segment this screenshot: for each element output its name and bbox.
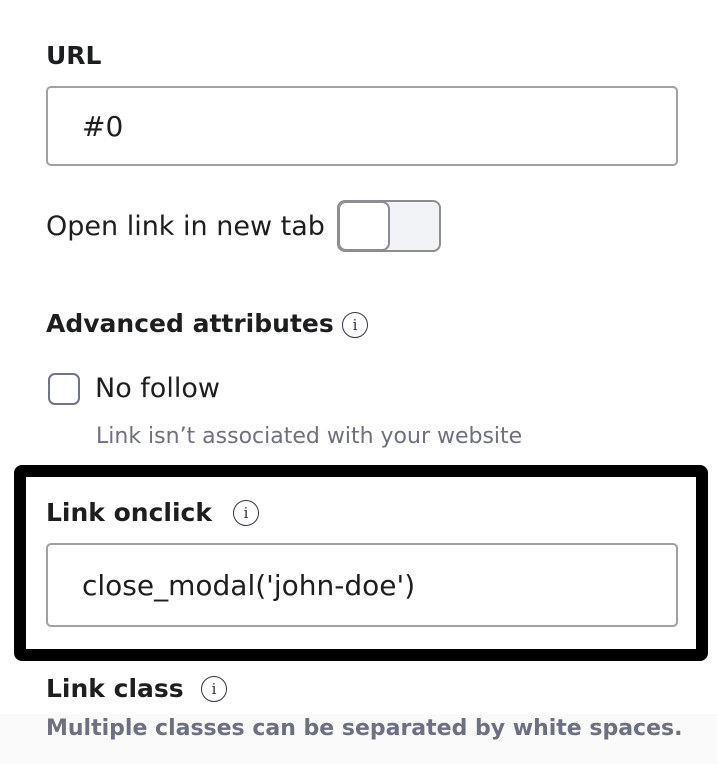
link-onclick-label: Link onclick xyxy=(46,498,213,527)
info-icon[interactable]: i xyxy=(342,312,368,338)
link-class-description: Multiple classes can be separated by whi… xyxy=(0,714,717,764)
advanced-attributes-heading: Advanced attributes xyxy=(46,309,334,338)
open-new-tab-label: Open link in new tab xyxy=(46,211,325,242)
info-icon[interactable]: i xyxy=(201,676,227,702)
url-input[interactable] xyxy=(46,86,678,166)
toggle-knob xyxy=(339,202,390,250)
link-class-label: Link class xyxy=(46,674,184,703)
url-label: URL xyxy=(46,41,102,70)
open-new-tab-toggle[interactable] xyxy=(337,200,441,252)
link-onclick-input[interactable] xyxy=(46,543,678,627)
info-icon[interactable]: i xyxy=(233,500,259,526)
no-follow-label[interactable]: No follow xyxy=(95,373,220,404)
no-follow-description: Link isn’t associated with your website xyxy=(96,424,523,449)
no-follow-checkbox[interactable] xyxy=(48,373,80,405)
